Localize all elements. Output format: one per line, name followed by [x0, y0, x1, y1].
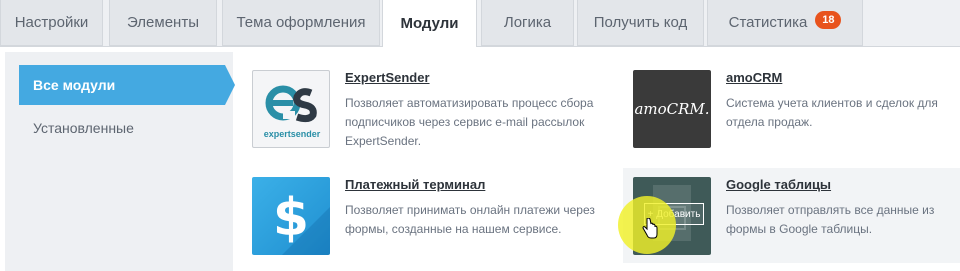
- tab-label: Логика: [503, 14, 552, 31]
- expertsender-logo-text: expertsender: [263, 129, 321, 139]
- module-description: Позволяет автоматизировать процесс сбора…: [345, 96, 594, 148]
- tab-get-code[interactable]: Получить код: [577, 0, 704, 46]
- tab-elements[interactable]: Элементы: [109, 0, 217, 46]
- module-description: Позволяет отправлять все данные из формы…: [726, 203, 935, 236]
- amocrm-logo-icon[interactable]: amoCRM.: [633, 70, 711, 148]
- sidebar-item-all-modules[interactable]: Все модули: [19, 65, 235, 105]
- module-description: Позволяет принимать онлайн платежи через…: [345, 203, 595, 236]
- sidebar-item-label: Установленные: [33, 120, 134, 136]
- amocrm-logo-text: amoCRM.: [634, 100, 710, 118]
- tab-modules[interactable]: Модули: [382, 0, 477, 47]
- modules-sidebar: Все модули Установленные: [5, 52, 235, 271]
- module-card-expertsender[interactable]: expertsender ExpertSender Позволяет авто…: [252, 70, 612, 150]
- module-title[interactable]: amoCRM: [726, 70, 782, 85]
- tab-label: Статистика: [728, 14, 808, 31]
- module-card-payment-terminal[interactable]: $ Платежный терминал Позволяет принимать…: [252, 177, 612, 257]
- tab-bar: Настройки Элементы Тема оформления Модул…: [0, 0, 960, 47]
- module-title[interactable]: Платежный терминал: [345, 177, 485, 192]
- module-description: Система учета клиентов и сделок для отде…: [726, 96, 938, 129]
- tab-label: Модули: [400, 15, 459, 32]
- statistics-badge: 18: [815, 10, 842, 29]
- tab-label: Настройки: [14, 14, 89, 31]
- module-title[interactable]: Google таблицы: [726, 177, 831, 192]
- svg-text:$: $: [273, 188, 309, 248]
- dollar-icon[interactable]: $: [252, 177, 330, 255]
- tab-settings[interactable]: Настройки: [0, 0, 103, 46]
- expertsender-logo-icon[interactable]: expertsender: [252, 70, 330, 148]
- tab-logic[interactable]: Логика: [481, 0, 574, 46]
- tab-statistics[interactable]: Статистика 18: [707, 0, 863, 46]
- module-card-google-sheets[interactable]: + Добавить Google таблицы Позволяет отпр…: [633, 177, 953, 257]
- module-card-amocrm[interactable]: amoCRM. amoCRM Система учета клиентов и …: [633, 70, 953, 150]
- sidebar-item-label: Все модули: [33, 77, 116, 93]
- tab-label: Тема оформления: [236, 14, 366, 31]
- tab-label: Получить код: [593, 14, 688, 31]
- tab-label: Элементы: [127, 14, 199, 31]
- active-arrow: [225, 65, 235, 105]
- hand-cursor-icon: [642, 217, 658, 245]
- tab-theme[interactable]: Тема оформления: [222, 0, 380, 46]
- sidebar-item-installed[interactable]: Установленные: [19, 108, 225, 148]
- module-title[interactable]: ExpertSender: [345, 70, 430, 85]
